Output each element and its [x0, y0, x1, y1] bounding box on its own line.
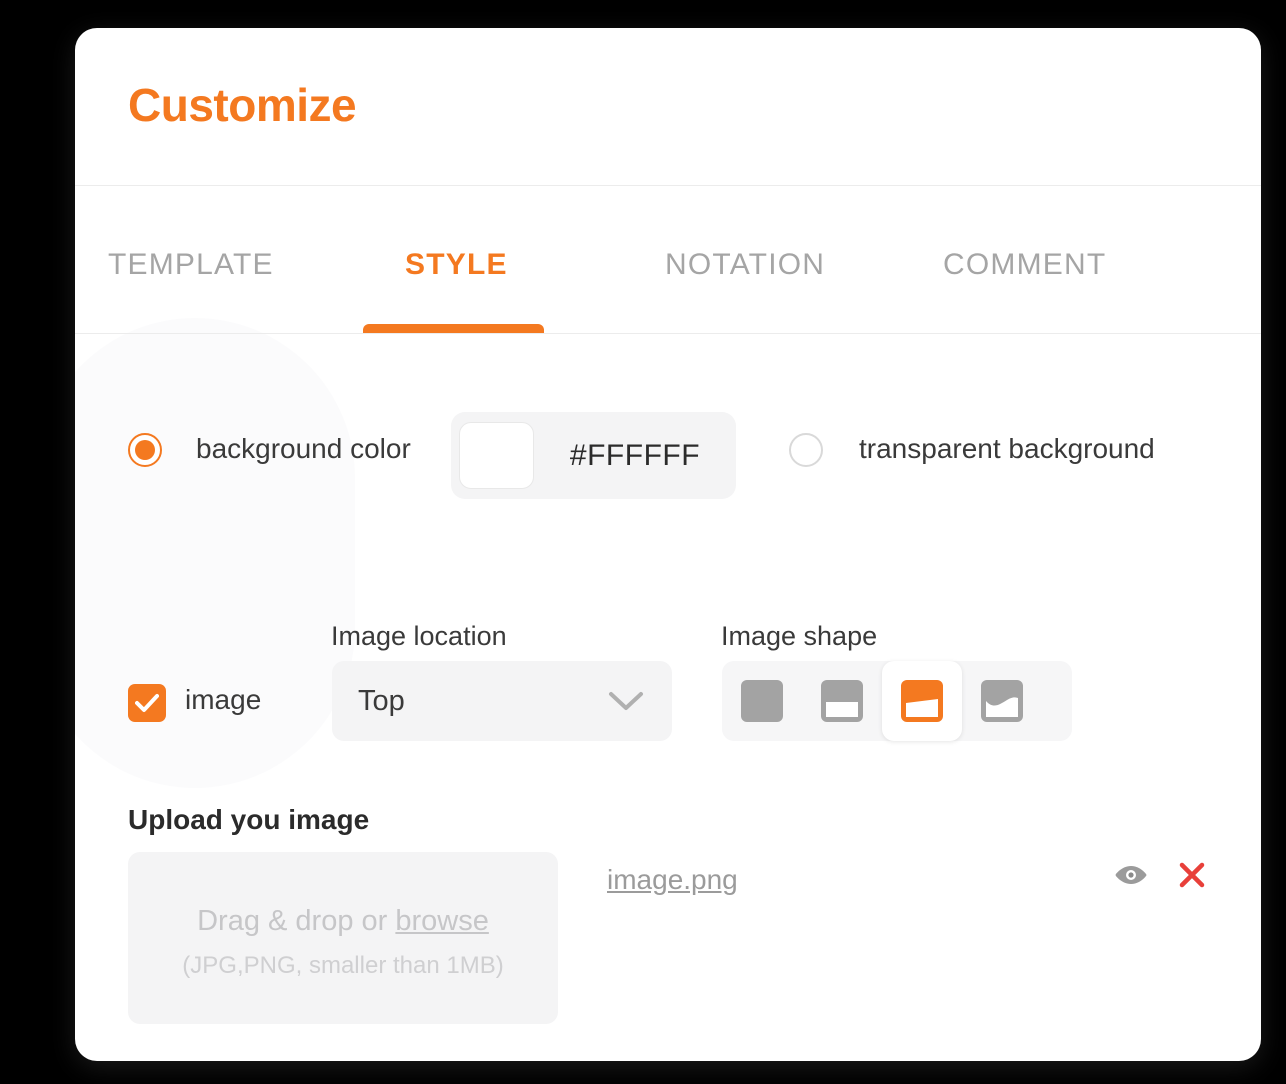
tab-bar: TEMPLATE STYLE NOTATION COMMENT — [75, 186, 1261, 334]
image-shape-group — [722, 661, 1072, 741]
shape-slanted-cut-icon — [901, 680, 943, 722]
uploaded-file-row: image.png — [607, 852, 1207, 912]
eye-icon — [1115, 866, 1147, 884]
radio-background-color-label: background color — [196, 433, 411, 464]
dropzone-main-text: Drag & drop or browse — [128, 905, 558, 938]
customize-dialog: Customize TEMPLATE STYLE NOTATION COMMEN… — [75, 28, 1261, 1061]
file-action-group — [1113, 860, 1207, 890]
tab-template[interactable]: TEMPLATE — [108, 248, 274, 282]
page-title: Customize — [128, 79, 357, 131]
background-decoration — [75, 318, 355, 788]
active-tab-indicator — [363, 324, 544, 333]
shape-wave-cut-icon — [981, 680, 1023, 722]
browse-link[interactable]: browse — [395, 905, 489, 937]
color-input-field[interactable]: #FFFFFF — [451, 412, 736, 499]
color-swatch[interactable] — [459, 422, 534, 489]
tab-comment[interactable]: COMMENT — [943, 248, 1106, 282]
image-shape-label: Image shape — [721, 621, 878, 651]
image-checkbox-label: image — [185, 684, 262, 715]
uploaded-file-name[interactable]: image.png — [607, 864, 738, 896]
remove-file-button[interactable] — [1177, 860, 1207, 890]
shape-option-full-square[interactable] — [722, 661, 802, 741]
preview-file-button[interactable] — [1113, 863, 1149, 887]
tab-notation[interactable]: NOTATION — [665, 248, 825, 282]
upload-heading: Upload you image — [128, 804, 370, 835]
tab-style[interactable]: STYLE — [405, 248, 508, 282]
shape-straight-cut-icon — [821, 680, 863, 722]
close-icon — [1179, 862, 1205, 888]
shape-full-square-icon — [741, 680, 783, 722]
background-settings-row: background color #FFFFFF transparent bac… — [75, 412, 1261, 502]
color-hex-value: #FFFFFF — [569, 438, 701, 472]
radio-background-color[interactable] — [128, 433, 162, 467]
shape-option-slanted-cut[interactable] — [882, 661, 962, 741]
dropzone-hint: (JPG,PNG, smaller than 1MB) — [182, 952, 504, 979]
dropzone-text: Drag & drop or — [197, 905, 396, 937]
file-dropzone[interactable]: Drag & drop or browse (JPG,PNG, smaller … — [128, 852, 558, 1024]
dialog-header: Customize — [75, 28, 1261, 186]
image-location-label: Image location — [331, 621, 507, 651]
check-icon — [135, 694, 159, 712]
shape-option-straight-cut[interactable] — [802, 661, 882, 741]
image-location-value: Top — [358, 684, 405, 717]
radio-transparent-background[interactable] — [789, 433, 823, 467]
radio-transparent-background-label: transparent background — [859, 433, 1155, 464]
image-location-select[interactable]: Top — [332, 661, 672, 741]
shape-option-wave-cut[interactable] — [962, 661, 1042, 741]
image-checkbox[interactable] — [128, 684, 166, 722]
chevron-down-icon — [609, 692, 643, 710]
